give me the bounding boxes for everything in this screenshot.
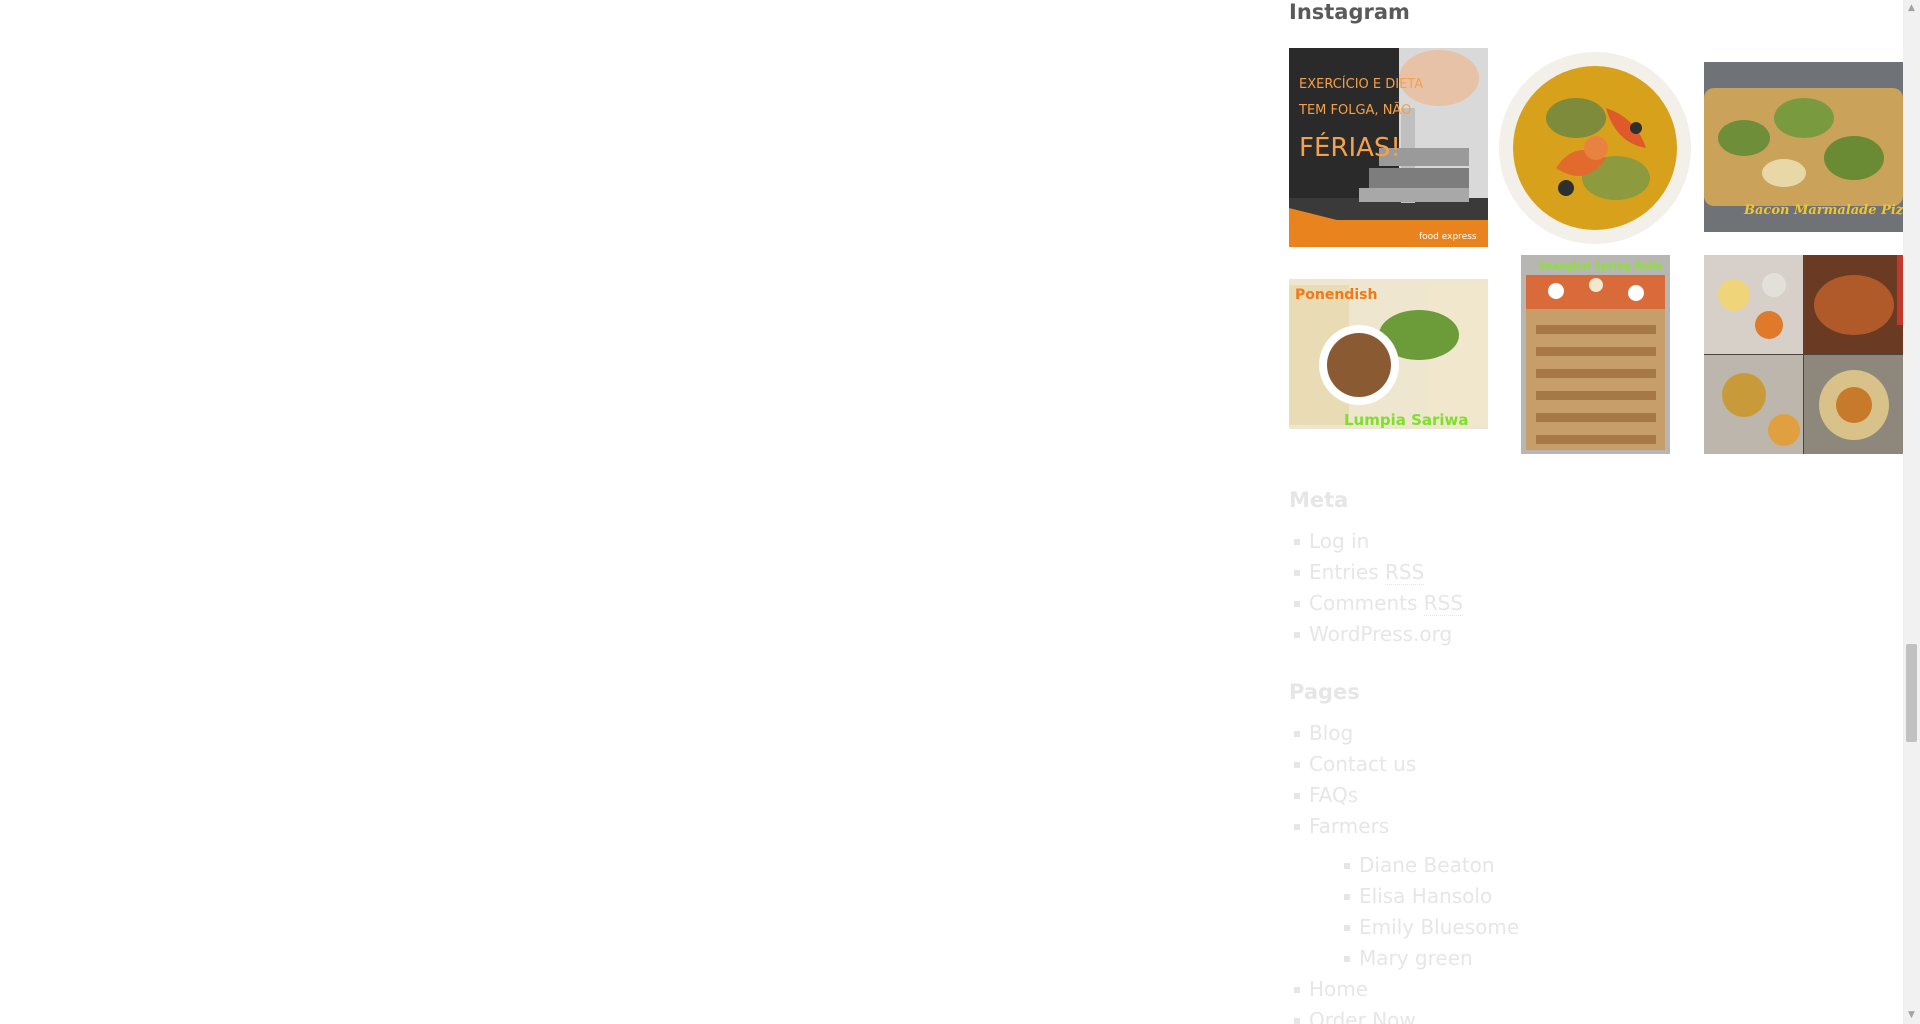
- scroll-up-arrow-icon[interactable]: ▲: [1903, 0, 1920, 17]
- list-item: Blog: [1289, 718, 1519, 749]
- photo-spring-rolls-icon: Shanghai Spring Rolls: [1496, 255, 1695, 454]
- list-item: Order Now: [1289, 1005, 1519, 1024]
- bullet-icon: [1294, 601, 1300, 607]
- list-item: Elisa Hansolo: [1339, 881, 1519, 912]
- scrollbar-thumb[interactable]: [1906, 644, 1917, 742]
- instagram-post-lumpia[interactable]: Ponendish Lumpia Sariwa: [1289, 255, 1488, 454]
- instagram-widget-title: Instagram: [1289, 0, 1410, 24]
- bullet-icon: [1294, 762, 1300, 768]
- list-item: Comments RSS: [1289, 588, 1464, 619]
- spring-rolls-overlay-text: Shanghai Spring Rolls: [1538, 261, 1662, 272]
- list-item: Farmers Diane Beaton Elisa Hansolo Emily…: [1289, 811, 1519, 974]
- instagram-grid: EXERCÍCIO E DIETA TEM FOLGA, NÃO FÉRIAS!…: [1289, 48, 1903, 454]
- pages-link-contact-us[interactable]: Contact us: [1309, 752, 1416, 776]
- bullet-icon: [1294, 1018, 1300, 1024]
- list-item: Log in: [1289, 526, 1463, 557]
- pages-link-blog[interactable]: Blog: [1309, 721, 1353, 745]
- pages-link-elisa-hansolo[interactable]: Elisa Hansolo: [1359, 884, 1492, 908]
- pages-link-faqs[interactable]: FAQs: [1309, 783, 1358, 807]
- farmers-sublist: Diane Beaton Elisa Hansolo Emily Bluesom…: [1309, 850, 1519, 974]
- list-item: Contact us: [1289, 749, 1519, 780]
- bullet-icon: [1344, 894, 1350, 900]
- meta-link-login[interactable]: Log in: [1309, 529, 1369, 553]
- lumpia-overlay-top: Ponendish: [1295, 287, 1377, 303]
- pages-link-diane-beaton[interactable]: Diane Beaton: [1359, 853, 1495, 877]
- rss-abbr: RSS: [1385, 560, 1425, 585]
- bullet-icon: [1294, 793, 1300, 799]
- pages-link-home[interactable]: Home: [1309, 977, 1368, 1001]
- list-item: WordPress.org: [1289, 619, 1463, 650]
- pages-list: Blog Contact us FAQs Farmers Diane Beato…: [1289, 718, 1519, 1024]
- bullet-icon: [1294, 824, 1300, 830]
- scroll-down-arrow-icon[interactable]: ▼: [1903, 1007, 1920, 1024]
- meta-link-wordpress-org[interactable]: WordPress.org: [1309, 622, 1452, 646]
- pages-link-mary-green[interactable]: Mary green: [1359, 946, 1473, 970]
- list-item: Emily Bluesome: [1339, 912, 1519, 943]
- bullet-icon: [1294, 987, 1300, 993]
- pages-widget-title: Pages: [1289, 680, 1360, 704]
- instagram-post-marmalade-pizza[interactable]: Bacon Marmalade Pizza: [1704, 48, 1903, 247]
- bullet-icon: [1344, 956, 1350, 962]
- instagram-post-spring-rolls[interactable]: Shanghai Spring Rolls: [1496, 255, 1695, 454]
- pizza-overlay-text: Bacon Marmalade Pizza: [1743, 203, 1903, 218]
- lumpia-overlay-text: Lumpia Sariwa: [1344, 411, 1469, 429]
- photo-marmalade-pizza-icon: Bacon Marmalade Pizza: [1704, 48, 1903, 247]
- bullet-icon: [1294, 539, 1300, 545]
- bullet-icon: [1344, 863, 1350, 869]
- bullet-icon: [1344, 925, 1350, 931]
- page: Instagram EXERCÍCIO E DIETA TEM FOLGA, N: [0, 0, 1920, 1024]
- list-item: Mary green: [1339, 943, 1519, 974]
- instagram-post-thali[interactable]: [1704, 255, 1903, 454]
- meta-widget-title: Meta: [1289, 488, 1349, 512]
- bullet-icon: [1294, 570, 1300, 576]
- comments-label: Comments: [1309, 591, 1418, 615]
- photo-exercise-icon: EXERCÍCIO E DIETA TEM FOLGA, NÃO FÉRIAS!…: [1289, 48, 1488, 247]
- meta-list: Log in Entries RSS Comments RSS WordPres…: [1289, 526, 1464, 650]
- list-item: Entries RSS: [1289, 557, 1463, 588]
- photo-shrimp-curry-icon: [1496, 48, 1695, 247]
- meta-link-entries-rss[interactable]: Entries RSS: [1309, 560, 1425, 585]
- list-item: Diane Beaton: [1339, 850, 1519, 881]
- entries-label: Entries: [1309, 560, 1379, 584]
- pages-link-order-now[interactable]: Order Now: [1309, 1008, 1416, 1024]
- meta-link-comments-rss[interactable]: Comments RSS: [1309, 591, 1464, 616]
- photo-thali-icon: [1704, 255, 1903, 454]
- exercise-brand: food express: [1419, 232, 1477, 242]
- instagram-post-exercise[interactable]: EXERCÍCIO E DIETA TEM FOLGA, NÃO FÉRIAS!…: [1289, 48, 1488, 247]
- pages-link-emily-bluesome[interactable]: Emily Bluesome: [1359, 915, 1519, 939]
- bullet-icon: [1294, 632, 1300, 638]
- exercise-overlay-line-3: FÉRIAS!: [1299, 131, 1401, 163]
- vertical-scrollbar[interactable]: ▲ ▼: [1903, 0, 1920, 1024]
- list-item: Home: [1289, 974, 1519, 1005]
- photo-lumpia-icon: Ponendish Lumpia Sariwa: [1289, 255, 1488, 454]
- exercise-overlay-line-1: EXERCÍCIO E DIETA: [1299, 76, 1423, 92]
- bullet-icon: [1294, 731, 1300, 737]
- instagram-post-shrimp-curry[interactable]: [1496, 48, 1695, 247]
- list-item: FAQs: [1289, 780, 1519, 811]
- exercise-overlay-line-2: TEM FOLGA, NÃO: [1298, 102, 1411, 118]
- pages-link-farmers[interactable]: Farmers: [1309, 814, 1389, 838]
- rss-abbr: RSS: [1423, 591, 1464, 616]
